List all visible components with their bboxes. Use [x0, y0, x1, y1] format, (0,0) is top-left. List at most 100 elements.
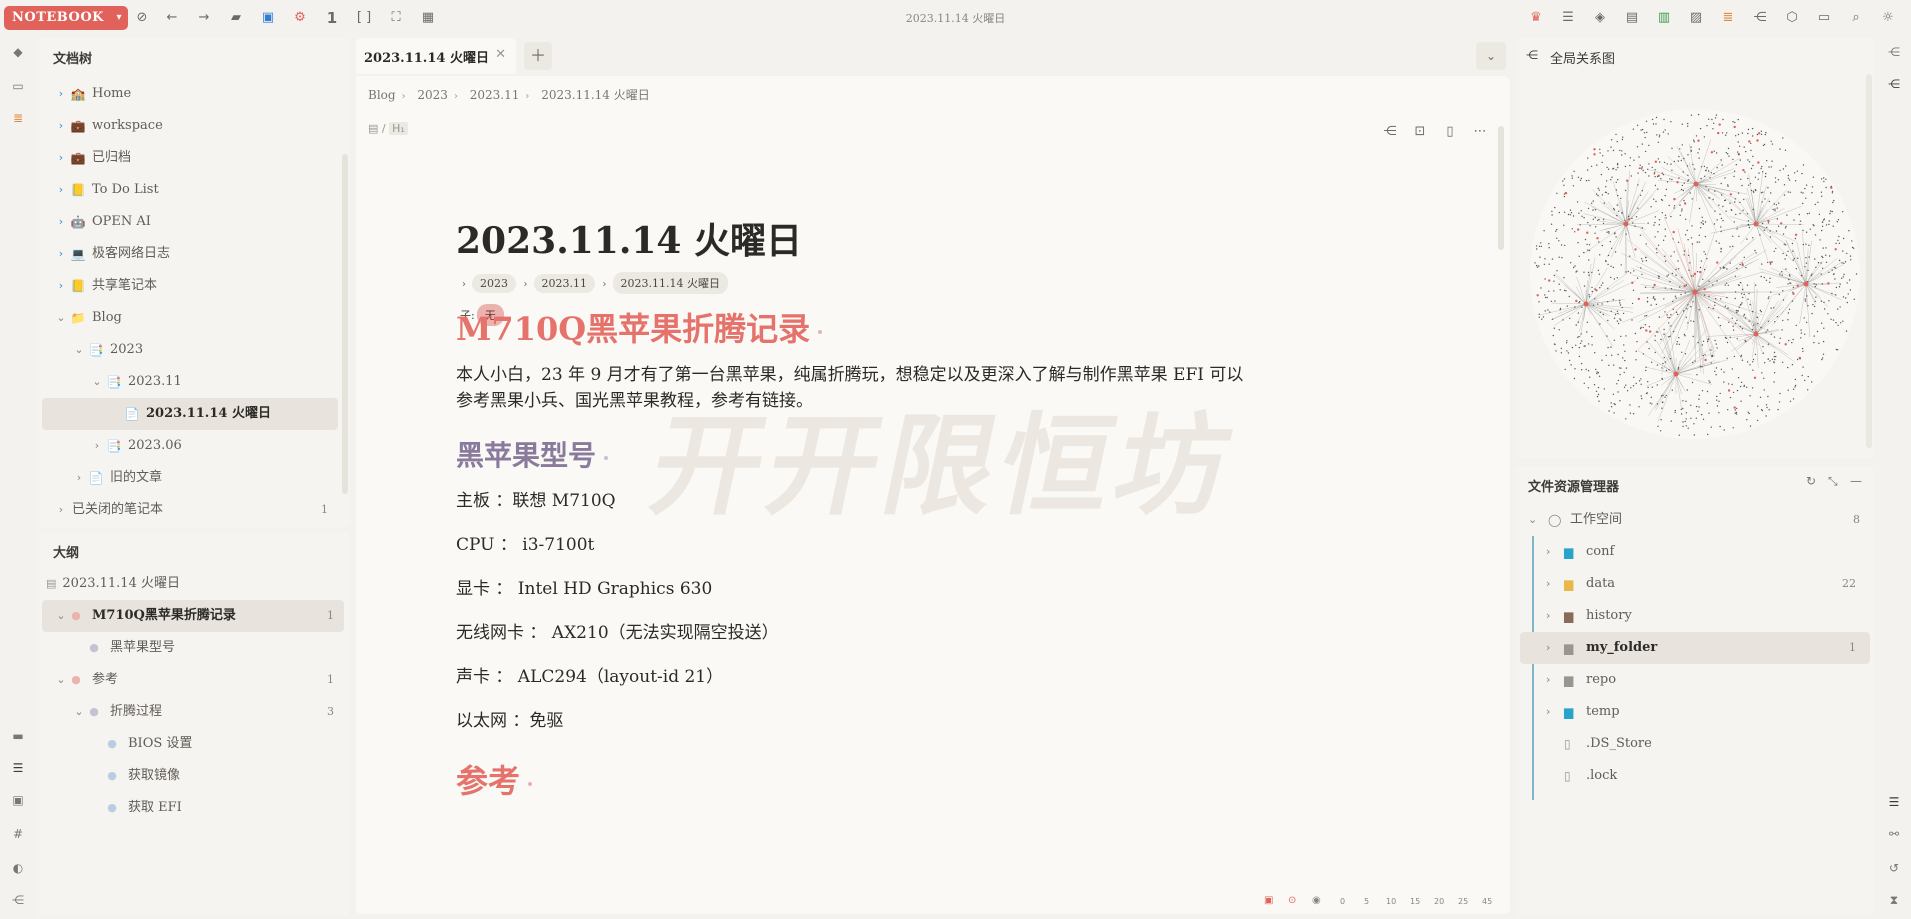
files-root[interactable]: ⌄ ◯ 工作空间 8	[1516, 504, 1874, 536]
hourglass-icon[interactable]: ⧗	[1884, 890, 1904, 910]
spec-line[interactable]: 主板 ：联想 M710Q	[456, 486, 616, 511]
file-item[interactable]: › ▆ repo	[1520, 664, 1870, 696]
breadcrumb-item[interactable]: 2023.11	[470, 88, 520, 102]
files-dock-icon[interactable]: ☰	[1884, 792, 1904, 812]
tree-item[interactable]: › 💼 已归档	[42, 142, 338, 174]
document-title[interactable]: 2023.11.14 火曜日	[456, 212, 802, 264]
outline-item[interactable]: ● 获取 EFI	[42, 792, 344, 824]
chevron-right-icon[interactable]: ›	[54, 78, 68, 110]
spec-line[interactable]: 显卡 ： Intel HD Graphics 630	[456, 574, 712, 599]
intro-line-1[interactable]: 本人小白，23 年 9 月才有了第一台黑苹果，纯属折腾玩，想稳定以及更深入了解与…	[456, 360, 1243, 385]
minimize-icon[interactable]: —	[1850, 474, 1862, 488]
chart-icon[interactable]: ▥	[1654, 8, 1674, 28]
layers-icon[interactable]: ◆	[8, 42, 28, 62]
block-icon[interactable]: ▣	[258, 8, 278, 28]
tree-item[interactable]: › 📄 旧的文章	[42, 462, 338, 494]
chevron-right-icon[interactable]: ›	[54, 206, 68, 238]
tree-item[interactable]: ⌄ 📑 2023	[42, 334, 338, 366]
tree-item[interactable]: ⌄ 📑 2023.11	[42, 366, 338, 398]
lock-icon[interactable]: ⊡	[1410, 122, 1430, 142]
chevron-right-icon[interactable]: ›	[1546, 632, 1550, 664]
chevron-right-icon[interactable]: ›	[54, 494, 68, 526]
tree-item[interactable]: › 🏫 Home	[42, 78, 338, 110]
paint-icon[interactable]: ◈	[1590, 8, 1610, 28]
breadcrumb-item[interactable]: 2023.11.14 火曜日	[541, 88, 650, 102]
chevron-right-icon[interactable]: ›	[1546, 600, 1550, 632]
file-item[interactable]: › ▆ temp	[1520, 696, 1870, 728]
editor-scrollbar[interactable]	[1498, 126, 1504, 250]
more-icon[interactable]: ⋯	[1470, 122, 1490, 142]
tree-item[interactable]: › 💻 极客网络日志	[42, 238, 338, 270]
back-icon[interactable]: ←	[162, 8, 182, 28]
count-icon[interactable]: 1	[322, 8, 342, 28]
chevron-down-icon[interactable]: ⌄	[90, 366, 104, 398]
add-tab-button[interactable]: ＋	[524, 42, 552, 70]
tree-dock-icon[interactable]: ⋲	[8, 890, 28, 910]
chevron-right-icon[interactable]: ›	[54, 110, 68, 142]
chevron-right-icon[interactable]: ›	[54, 142, 68, 174]
breadcrumb-item[interactable]: Blog	[368, 88, 396, 102]
close-icon[interactable]: ✕	[495, 47, 506, 62]
tree-item[interactable]: 📄 2023.11.14 火曜日	[42, 398, 338, 430]
bookmark-icon[interactable]: ▣	[8, 790, 28, 810]
graph-icon[interactable]: ⋲	[1380, 122, 1400, 142]
spec-line[interactable]: CPU ： i3-7100t	[456, 530, 594, 555]
file-item[interactable]: › ▆ data 22	[1520, 568, 1870, 600]
workspace-button[interactable]: NOTEBOOK ▾	[4, 6, 128, 30]
outline-item[interactable]: ⌄ ● 参考 1	[42, 664, 344, 696]
spec-line[interactable]: 无线网卡 ： AX210（无法实现隔空投送）	[456, 618, 779, 643]
outline-item[interactable]: ● 黑苹果型号	[42, 632, 344, 664]
outline-item[interactable]: ● 获取镜像	[42, 760, 344, 792]
tree-item[interactable]: › 🤖 OPEN AI	[42, 206, 338, 238]
puzzle-icon[interactable]: ⬡	[1782, 8, 1802, 28]
file-item[interactable]: ▯ .lock	[1520, 760, 1870, 792]
sun-icon[interactable]: ☼	[1878, 8, 1898, 28]
forward-icon[interactable]: →	[194, 8, 214, 28]
chevron-down-icon[interactable]: ⌄	[72, 334, 86, 366]
eye-icon[interactable]: ◉	[1312, 895, 1321, 906]
chevron-right-icon[interactable]: ›	[72, 462, 86, 494]
tree-item[interactable]: › 📒 To Do List	[42, 174, 338, 206]
tab-document[interactable]: 2023.11.14 火曜日 ✕	[356, 38, 516, 74]
file-item[interactable]: › ▆ conf	[1520, 536, 1870, 568]
crumb-pill[interactable]: 2023	[472, 274, 516, 293]
sync-off-icon[interactable]: ⊘	[132, 8, 152, 28]
spec-line[interactable]: 声卡 ： ALC294（layout-id 21）	[456, 662, 723, 687]
tree-item[interactable]: › 📒 共享笔记本	[42, 270, 338, 302]
chevron-right-icon[interactable]: ›	[1546, 696, 1550, 728]
graph-dock-icon[interactable]: ⋲	[1884, 74, 1904, 94]
outline-item[interactable]: ⌄ ● 折腾过程 3	[42, 696, 344, 728]
box-icon[interactable]: ▰	[226, 8, 246, 28]
terminal-icon[interactable]: ▭	[1814, 8, 1834, 28]
chevron-right-icon[interactable]: ›	[54, 270, 68, 302]
chevron-right-icon[interactable]: ›	[1546, 568, 1550, 600]
refresh-icon[interactable]: ↻	[1806, 474, 1816, 488]
gear-icon[interactable]: ⚙	[290, 8, 310, 28]
chevron-right-icon[interactable]: ›	[1546, 664, 1550, 696]
heading-m710q[interactable]: M710Q黑苹果折腾记录	[456, 304, 823, 350]
inbox-icon[interactable]: ▭	[8, 76, 28, 96]
file-item[interactable]: › ▆ my_folder 1	[1520, 632, 1870, 664]
document-icon[interactable]: ▤	[368, 122, 378, 135]
file-item[interactable]: › ▆ history	[1520, 600, 1870, 632]
tag-icon[interactable]: #	[8, 824, 28, 844]
share-dock-icon[interactable]: ⋲	[1884, 42, 1904, 62]
closed-notebooks[interactable]: › 已关闭的笔记本 1	[42, 494, 338, 526]
outline-root[interactable]: ▤ 2023.11.14 火曜日	[46, 568, 180, 600]
help-icon[interactable]: ⊙	[1288, 895, 1296, 906]
chevron-down-icon[interactable]: ⌄	[54, 600, 68, 632]
tasks-dock-icon[interactable]: ≣	[8, 108, 28, 128]
spec-line[interactable]: 以太网 ：免驱	[456, 706, 563, 731]
graph-icon[interactable]: ⋲	[1750, 8, 1770, 28]
outline-dock-icon[interactable]: ☰	[8, 758, 28, 778]
chevron-down-icon[interactable]: ⌄	[54, 664, 68, 696]
relation-graph[interactable]	[1526, 104, 1864, 444]
breadcrumb-item[interactable]: 2023	[417, 88, 448, 102]
calendar-icon[interactable]: ▦	[418, 8, 438, 28]
intro-line-2[interactable]: 参考黑果小兵、国光黑苹果教程，参考有链接。	[456, 386, 813, 411]
file-icon[interactable]: ▯	[1440, 122, 1460, 142]
tree-item[interactable]: › 📑 2023.06	[42, 430, 338, 462]
search-icon[interactable]: ⌕	[1846, 8, 1866, 28]
filetree-scrollbar[interactable]	[342, 154, 348, 494]
heading-reference[interactable]: 参考	[456, 756, 533, 802]
